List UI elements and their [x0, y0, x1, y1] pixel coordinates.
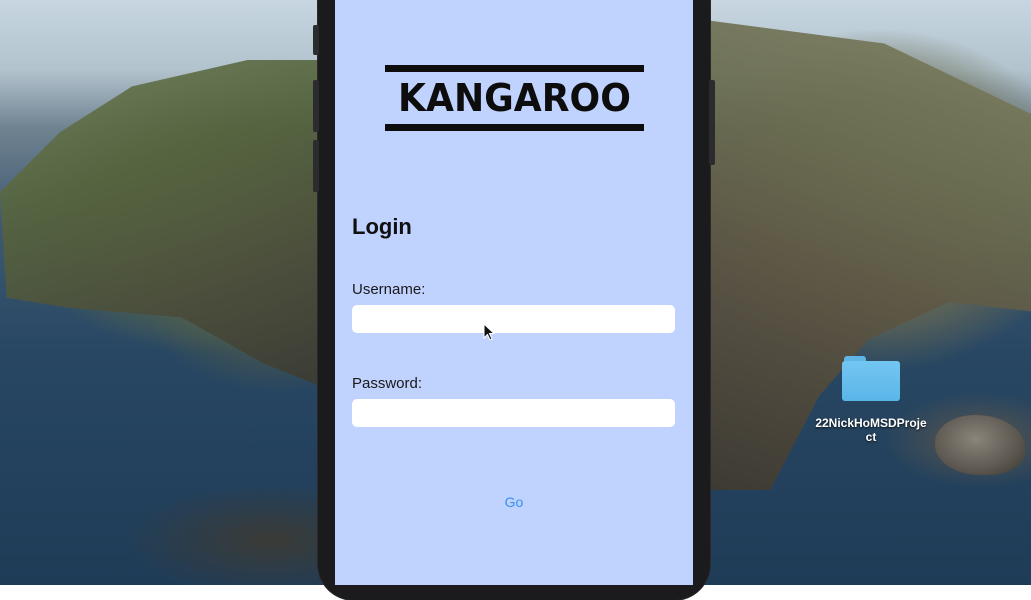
phone-mute-button [313, 25, 319, 55]
phone-power-button [709, 80, 715, 165]
logo-bottom-bar [385, 124, 644, 131]
go-button[interactable]: Go [497, 492, 531, 512]
phone-volume-down-button [313, 140, 319, 192]
password-input[interactable] [352, 399, 675, 427]
folder-name[interactable]: 22NickHoMSDProject [812, 416, 930, 444]
login-title: Login [352, 214, 412, 239]
kangaroo-logo: KANGAROO [385, 65, 644, 133]
folder-icon[interactable] [842, 356, 900, 402]
desktop-folder[interactable]: 22NickHoMSDProject [812, 356, 930, 444]
logo-top-bar [385, 65, 644, 72]
password-label: Password: [352, 375, 423, 392]
arrow-pointer-icon [483, 323, 495, 341]
username-label: Username: [352, 281, 426, 298]
app-screen: KANGAROO Login Username: Password: Go [335, 0, 693, 585]
username-input[interactable] [352, 305, 675, 333]
logo-text: KANGAROO [398, 76, 631, 120]
phone-volume-up-button [313, 80, 319, 132]
folder-icon-body [842, 361, 900, 401]
